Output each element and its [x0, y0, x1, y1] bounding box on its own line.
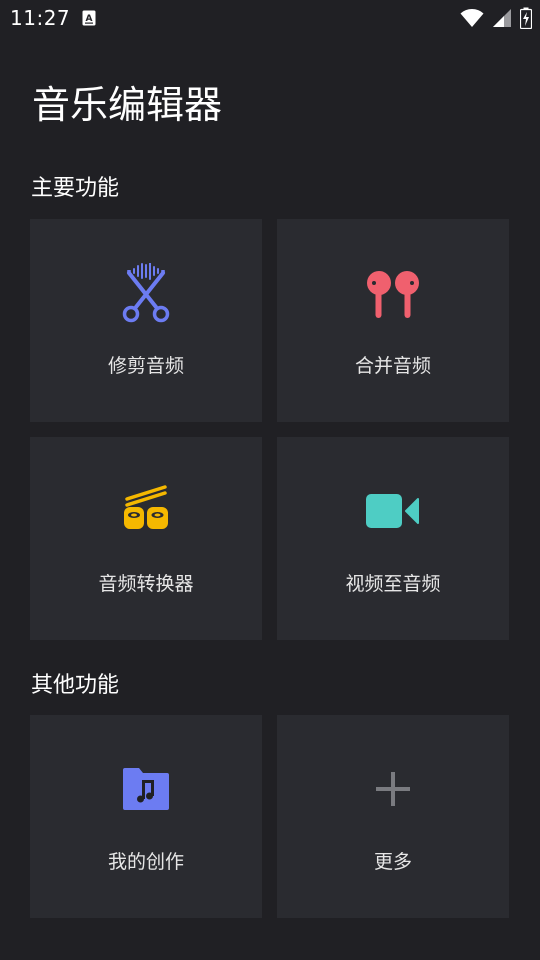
plus-icon: [363, 759, 423, 819]
status-icons: [460, 7, 533, 33]
battery-charging-icon: [519, 7, 533, 33]
status-bar: 11:27 A: [0, 0, 540, 36]
earbuds-icon: [363, 263, 423, 323]
trim-audio-label: 修剪音频: [107, 355, 184, 377]
video-to-audio-card[interactable]: 视频至音频: [277, 437, 509, 640]
video-camera-icon: [363, 481, 423, 541]
notification-a-icon: A: [82, 10, 96, 26]
audio-converter-card[interactable]: 音频转换器: [30, 437, 262, 640]
merge-audio-label: 合并音频: [354, 355, 431, 377]
section-title-other-features: 其他功能: [31, 673, 120, 698]
audio-converter-label: 音频转换器: [98, 573, 194, 595]
my-creations-label: 我的创作: [107, 851, 184, 873]
scissors-waveform-icon: [116, 263, 176, 323]
my-creations-card[interactable]: 我的创作: [30, 715, 262, 918]
more-card[interactable]: 更多: [277, 715, 509, 918]
status-time: 11:27: [10, 6, 71, 30]
signal-icon: [492, 8, 512, 32]
music-folder-icon: [116, 759, 176, 819]
video-to-audio-label: 视频至音频: [345, 573, 441, 595]
converter-sushi-icon: [116, 481, 176, 541]
wifi-icon: [460, 8, 484, 32]
more-label: 更多: [373, 851, 412, 873]
page-title: 音乐编辑器: [32, 83, 223, 127]
section-title-main-features: 主要功能: [31, 176, 120, 201]
merge-audio-card[interactable]: 合并音频: [277, 219, 509, 422]
trim-audio-card[interactable]: 修剪音频: [30, 219, 262, 422]
